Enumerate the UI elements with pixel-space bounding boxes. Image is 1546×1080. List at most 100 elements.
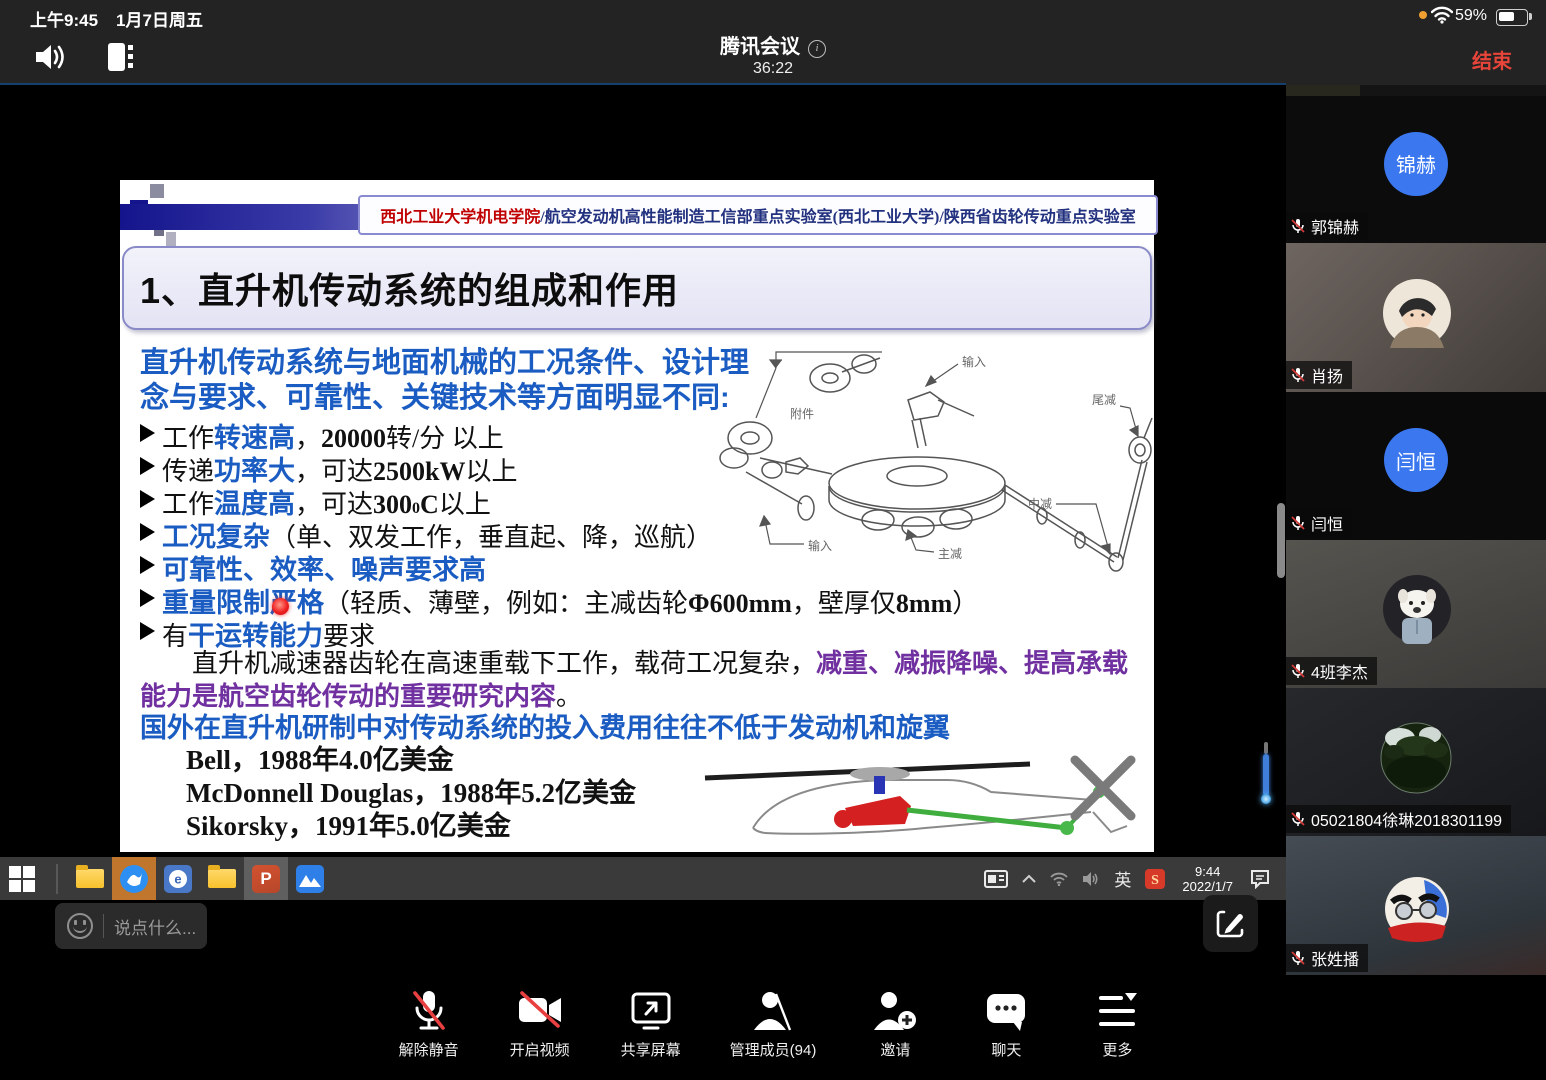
share-screen-button[interactable]: 共享屏幕: [619, 988, 683, 1060]
intro-line: 直升机传动系统与地面机械的工况条件、设计理: [140, 346, 1138, 381]
toolbar-label: 解除静音: [399, 1039, 459, 1060]
ime-indicator[interactable]: 英: [1114, 866, 1131, 891]
avatar: [1380, 722, 1452, 799]
sogou-icon[interactable]: S: [1145, 869, 1165, 889]
toolbar-label: 管理成员(94): [730, 1039, 817, 1060]
mountain-app-icon[interactable]: [288, 857, 332, 900]
powerpoint-app-icon[interactable]: P: [244, 857, 288, 900]
camera-off-icon: [516, 988, 564, 1034]
participant-name: 张姓播: [1311, 946, 1359, 970]
status-time: 上午9:45: [30, 11, 98, 30]
meeting-title: 腾讯会议i: [0, 30, 1546, 59]
toolbar-label: 开启视频: [510, 1039, 570, 1060]
tray-time: 9:44: [1182, 864, 1233, 879]
svg-text:e: e: [174, 871, 181, 886]
mic-muted-icon: [1290, 950, 1306, 966]
tray-chevron-icon[interactable]: [1022, 874, 1036, 884]
mic-muted-icon: [1290, 811, 1306, 827]
mic-muted-icon: [1290, 663, 1306, 679]
slide-title: 1、直升机传动系统的组成和作用: [140, 262, 679, 314]
start-button[interactable]: [0, 857, 44, 900]
mic-active-dot: [1419, 11, 1427, 19]
mic-muted-icon: [1290, 218, 1306, 234]
example-bell: Bell，1988年4.0亿美金: [186, 744, 1138, 777]
share-screen-icon: [628, 988, 674, 1034]
triangle-arrow-icon: [140, 556, 155, 574]
emoji-icon[interactable]: [67, 913, 93, 939]
research-paragraph: 直升机减速器齿轮在高速重载下工作，载荷工况复杂，减重、减振降噪、提高承载能力是航…: [140, 647, 1130, 713]
shared-slide: 西北工业大学机电学院/航空发动机高性能制造工信部重点实验室(西北工业大学)/陕西…: [120, 180, 1154, 852]
participant-tile[interactable]: 05021804徐琳2018301199: [1286, 688, 1546, 837]
browser-e-app-icon[interactable]: e: [156, 857, 200, 900]
info-icon[interactable]: i: [808, 40, 826, 58]
avatar: 闫恒: [1384, 428, 1448, 492]
triangle-arrow-icon: [140, 523, 155, 541]
participant-name: 4班李杰: [1311, 659, 1368, 683]
bullet-temperature: 工作温度高，可达3000C以上: [140, 482, 1138, 515]
example-mcdonnell: McDonnell Douglas，1988年5.2亿美金: [186, 777, 1138, 810]
members-icon: [750, 988, 796, 1034]
meeting-toolbar: 解除静音 开启视频 共享屏幕 管理成员(94) 邀请 聊天 更多: [0, 988, 1546, 1060]
taskbar-separator: [56, 864, 58, 894]
banner-school: 西北工业大学机电学院: [380, 203, 540, 227]
triangle-arrow-icon: [140, 622, 155, 640]
participant-tile[interactable]: 锦赫 郭锦赫: [1286, 96, 1546, 244]
tray-date: 2022/1/7: [1182, 879, 1233, 894]
annotation-tool-button[interactable]: [1203, 895, 1258, 952]
toolbar-label: 聊天: [991, 1039, 1021, 1060]
deco-square: [150, 184, 164, 198]
slide-header-banner: 西北工业大学机电学院/航空发动机高性能制造工信部重点实验室(西北工业大学)/陕西…: [358, 195, 1158, 235]
chat-button[interactable]: 聊天: [974, 988, 1038, 1060]
avatar: [1384, 876, 1450, 947]
tencent-meeting-app-icon[interactable]: [112, 857, 156, 900]
participant-tile[interactable]: 张姓播: [1286, 836, 1546, 976]
participant-name: 05021804徐琳2018301199: [1311, 807, 1502, 831]
share-border: [0, 83, 1286, 85]
invite-button[interactable]: 邀请: [863, 988, 927, 1060]
bullet-speed: 工作转速高，20000转/分 以上: [140, 416, 1138, 449]
chat-input[interactable]: 说点什么...: [55, 903, 207, 949]
participant-tile[interactable]: 肖扬: [1286, 243, 1546, 393]
example-sikorsky: Sikorsky，1991年5.0亿美金: [186, 810, 1138, 843]
scrollbar-thumb[interactable]: [1277, 503, 1285, 578]
svg-text:S: S: [1151, 873, 1159, 888]
avatar: [1382, 278, 1452, 353]
folder-window-icon[interactable]: [200, 857, 244, 900]
participant-name: 郭锦赫: [1311, 214, 1359, 238]
unmute-button[interactable]: 解除静音: [397, 988, 461, 1060]
slide-body: 直升机传动系统与地面机械的工况条件、设计理 念与要求、可靠性、关键技术等方面明显…: [140, 346, 1138, 843]
meeting-timer: 36:22: [0, 60, 1546, 78]
participant-name: 肖扬: [1311, 363, 1343, 387]
tray-wifi-icon[interactable]: [1050, 872, 1068, 886]
deco-square: [166, 232, 176, 246]
start-video-button[interactable]: 开启视频: [508, 988, 572, 1060]
slide-title-box: 1、直升机传动系统的组成和作用: [122, 246, 1152, 330]
participant-tile[interactable]: 4班李杰: [1286, 540, 1546, 689]
tray-volume-icon[interactable]: [1082, 871, 1100, 887]
manage-members-button[interactable]: 管理成员(94): [730, 988, 817, 1060]
triangle-arrow-icon: [140, 424, 155, 442]
wifi-icon: [1431, 6, 1453, 29]
meeting-app-window: 上午9:451月7日周五 腾讯会议i 36:22 59% 结束 西北工业大学机电…: [0, 0, 1546, 1080]
chat-placeholder: 说点什么...: [114, 914, 196, 939]
bullet-weight: 重量限制严格（轻质、薄壁，例如：主减齿轮Φ600mm，壁厚仅8mm）: [140, 581, 1138, 614]
mic-muted-icon: [1290, 515, 1306, 531]
investment-line: 国外在直升机研制中对传动系统的投入费用往往不低于发动机和旋翼: [140, 713, 1138, 744]
avatar: [1382, 574, 1452, 649]
notification-center-icon[interactable]: [1250, 869, 1272, 889]
mic-muted-icon: [1290, 367, 1306, 383]
file-explorer-icon[interactable]: [68, 857, 112, 900]
chat-icon: [983, 988, 1029, 1034]
status-bar: 上午9:451月7日周五 腾讯会议i 36:22 59% 结束: [0, 0, 1546, 85]
battery-icon: [1496, 9, 1528, 26]
participant-tile[interactable]: 闫恒 闫恒: [1286, 392, 1546, 541]
end-meeting-button[interactable]: 结束: [1472, 45, 1512, 74]
more-button[interactable]: 更多: [1085, 988, 1149, 1060]
triangle-arrow-icon: [140, 457, 155, 475]
clock-area: 上午9:451月7日周五: [30, 6, 203, 31]
battery-percent: 59%: [1455, 7, 1487, 25]
mic-muted-icon: [407, 988, 451, 1034]
pip-icon[interactable]: [984, 870, 1008, 888]
tray-clock[interactable]: 9:44 2022/1/7: [1182, 864, 1233, 894]
toolbar-label: 邀请: [880, 1039, 910, 1060]
